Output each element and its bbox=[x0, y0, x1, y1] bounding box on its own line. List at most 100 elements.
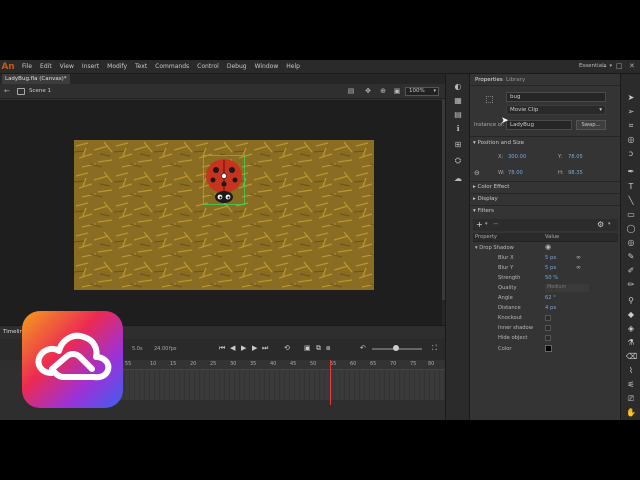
document-tab[interactable]: LadyBug.fla (Canvas)* bbox=[2, 74, 70, 84]
undo-icon[interactable]: ↶ bbox=[360, 344, 366, 352]
menu-window[interactable]: Window bbox=[255, 63, 279, 70]
onion-skin-icon[interactable]: ▣ bbox=[304, 344, 311, 352]
hide-object-checkbox[interactable] bbox=[545, 335, 551, 341]
ink-bottle-tool-icon[interactable]: ◈ bbox=[626, 324, 636, 334]
edit-scene-icon[interactable]: ▤ bbox=[346, 87, 356, 96]
edit-multiple-icon[interactable]: ⧉ bbox=[316, 344, 321, 353]
line-tool-icon[interactable]: ╲ bbox=[626, 196, 636, 206]
tab-library[interactable]: Library bbox=[506, 77, 525, 83]
close-icon[interactable]: ✕ bbox=[629, 62, 635, 70]
angle-value[interactable]: 62 ° bbox=[545, 295, 556, 301]
link-icon[interactable]: ∞ bbox=[576, 254, 581, 261]
knockout-checkbox[interactable] bbox=[545, 315, 551, 321]
cc-libraries-icon[interactable]: ☁ bbox=[453, 174, 463, 184]
link-proportions-icon[interactable]: ⊖ bbox=[474, 169, 480, 177]
instance-name-input[interactable]: bug bbox=[506, 92, 606, 102]
link-icon[interactable]: ∞ bbox=[576, 264, 581, 271]
bone-tool-icon[interactable]: ⚲ bbox=[626, 296, 636, 306]
add-filter-icon[interactable]: + bbox=[476, 220, 483, 229]
menu-debug[interactable]: Debug bbox=[227, 63, 247, 70]
eye-icon[interactable]: ◉ bbox=[545, 243, 551, 251]
lasso-tool-icon[interactable]: ↄ bbox=[626, 149, 636, 159]
rectangle-tool-icon[interactable]: ▭ bbox=[626, 210, 636, 220]
menu-insert[interactable]: Insert bbox=[82, 63, 99, 70]
h-value[interactable]: 98.35 bbox=[568, 170, 583, 176]
zoom-slider-handle[interactable] bbox=[393, 345, 399, 351]
quality-select[interactable]: Medium bbox=[545, 284, 589, 292]
workspace-switcher[interactable]: Essentials ▾ bbox=[579, 63, 612, 69]
free-transform-tool-icon[interactable]: ⌗ bbox=[626, 121, 636, 131]
stage[interactable] bbox=[74, 140, 374, 290]
fps-value[interactable]: 24.00 bbox=[154, 346, 168, 352]
inner-shadow-checkbox[interactable] bbox=[545, 325, 551, 331]
expand-icon[interactable]: ⛶ bbox=[432, 344, 437, 353]
menu-control[interactable]: Control bbox=[197, 63, 219, 70]
w-value[interactable]: 78.00 bbox=[508, 170, 523, 176]
transform-icon[interactable]: ⊞ bbox=[453, 140, 463, 150]
back-arrow-icon[interactable]: ← bbox=[4, 87, 10, 95]
swap-button[interactable]: Swap... bbox=[576, 120, 606, 130]
drop-shadow-row[interactable]: ▾ Drop Shadow bbox=[475, 245, 514, 251]
menu-help[interactable]: Help bbox=[286, 63, 300, 70]
strength-value[interactable]: 50 % bbox=[545, 275, 558, 281]
color-effect-header[interactable]: ▸ Color Effect bbox=[473, 184, 509, 190]
play-icon[interactable]: ▶ bbox=[241, 344, 246, 352]
symbol-type-select[interactable]: Movie Clip ▾ bbox=[506, 105, 606, 115]
menu-edit[interactable]: Edit bbox=[40, 63, 52, 70]
first-frame-icon[interactable]: ⏮ bbox=[219, 344, 225, 353]
paint-brush-tool-icon[interactable]: ✐ bbox=[626, 266, 636, 276]
oval-tool-icon[interactable]: ◯ bbox=[626, 224, 636, 234]
blur-x-value[interactable]: 5 px bbox=[545, 255, 556, 261]
step-forward-icon[interactable]: ▶ bbox=[252, 344, 257, 352]
ladybug-symbol[interactable] bbox=[203, 155, 245, 205]
paint-bucket-tool-icon[interactable]: ◆ bbox=[626, 310, 636, 320]
menu-file[interactable]: File bbox=[22, 63, 32, 70]
chevron-down-icon[interactable]: ▾ bbox=[608, 221, 611, 227]
tab-properties[interactable]: Properties bbox=[475, 77, 503, 83]
remove-filter-icon[interactable]: − bbox=[493, 220, 499, 228]
distance-value[interactable]: 4 px bbox=[545, 305, 556, 311]
gear-icon[interactable]: ⚙ bbox=[597, 220, 604, 229]
position-size-header[interactable]: ▾ Position and Size bbox=[473, 140, 524, 146]
menu-commands[interactable]: Commands bbox=[155, 63, 189, 70]
color-icon[interactable]: ◐ bbox=[453, 82, 463, 92]
loop-icon[interactable]: ⟲ bbox=[284, 344, 290, 352]
brush-tool-icon[interactable]: ✏ bbox=[626, 280, 636, 290]
frame-grid[interactable] bbox=[120, 370, 445, 400]
step-back-icon[interactable]: ◀ bbox=[230, 344, 235, 352]
pen-tool-icon[interactable]: ✒ bbox=[626, 167, 636, 177]
text-tool-icon[interactable]: T bbox=[626, 182, 636, 192]
camera-tool-icon[interactable]: ⎚ bbox=[626, 394, 636, 404]
filters-header[interactable]: ▾ Filters bbox=[473, 208, 494, 214]
menu-view[interactable]: View bbox=[60, 63, 74, 70]
eyedropper-tool-icon[interactable]: ⚗ bbox=[626, 338, 636, 348]
hand-tool-icon[interactable]: ✋ bbox=[626, 408, 636, 418]
zoom-select[interactable]: 100% ▾ bbox=[405, 87, 439, 96]
pencil-tool-icon[interactable]: ✎ bbox=[626, 252, 636, 262]
library-icon[interactable]: ⛭ bbox=[453, 156, 463, 166]
selection-tool-icon[interactable]: ➤ bbox=[626, 93, 636, 103]
playhead[interactable] bbox=[330, 360, 331, 405]
onion-range-icon[interactable]: ⧈ bbox=[326, 344, 330, 353]
chevron-down-icon[interactable]: ▾ bbox=[485, 221, 488, 227]
menu-text[interactable]: Text bbox=[135, 63, 147, 70]
shadow-color-swatch[interactable] bbox=[545, 345, 552, 352]
blur-y-value[interactable]: 5 px bbox=[545, 265, 556, 271]
minimize-icon[interactable]: – bbox=[603, 62, 607, 70]
y-value[interactable]: 78.05 bbox=[568, 154, 583, 160]
edit-symbol-icon[interactable]: ✥ bbox=[363, 87, 373, 96]
center-stage-icon[interactable]: ⊕ bbox=[378, 87, 388, 96]
polystar-tool-icon[interactable]: ◎ bbox=[626, 238, 636, 248]
x-value[interactable]: 300.00 bbox=[508, 154, 526, 160]
eraser-tool-icon[interactable]: ⌫ bbox=[626, 352, 637, 362]
frame-ruler[interactable]: 55 10 15 20 25 30 35 40 45 50 55 60 65 7… bbox=[120, 360, 445, 370]
motion-presets-icon[interactable]: ▤ bbox=[453, 110, 463, 120]
display-header[interactable]: ▸ Display bbox=[473, 196, 498, 202]
3d-rotation-tool-icon[interactable]: ◎ bbox=[626, 135, 636, 145]
width-tool-icon[interactable]: ⌇ bbox=[626, 366, 636, 376]
last-frame-icon[interactable]: ⏭ bbox=[262, 344, 268, 353]
asset-warp-tool-icon[interactable]: ⚟ bbox=[626, 380, 636, 390]
info-icon[interactable]: ℹ bbox=[453, 124, 463, 134]
subselection-tool-icon[interactable]: ➢ bbox=[626, 107, 636, 117]
swatches-icon[interactable]: ▦ bbox=[453, 96, 463, 106]
